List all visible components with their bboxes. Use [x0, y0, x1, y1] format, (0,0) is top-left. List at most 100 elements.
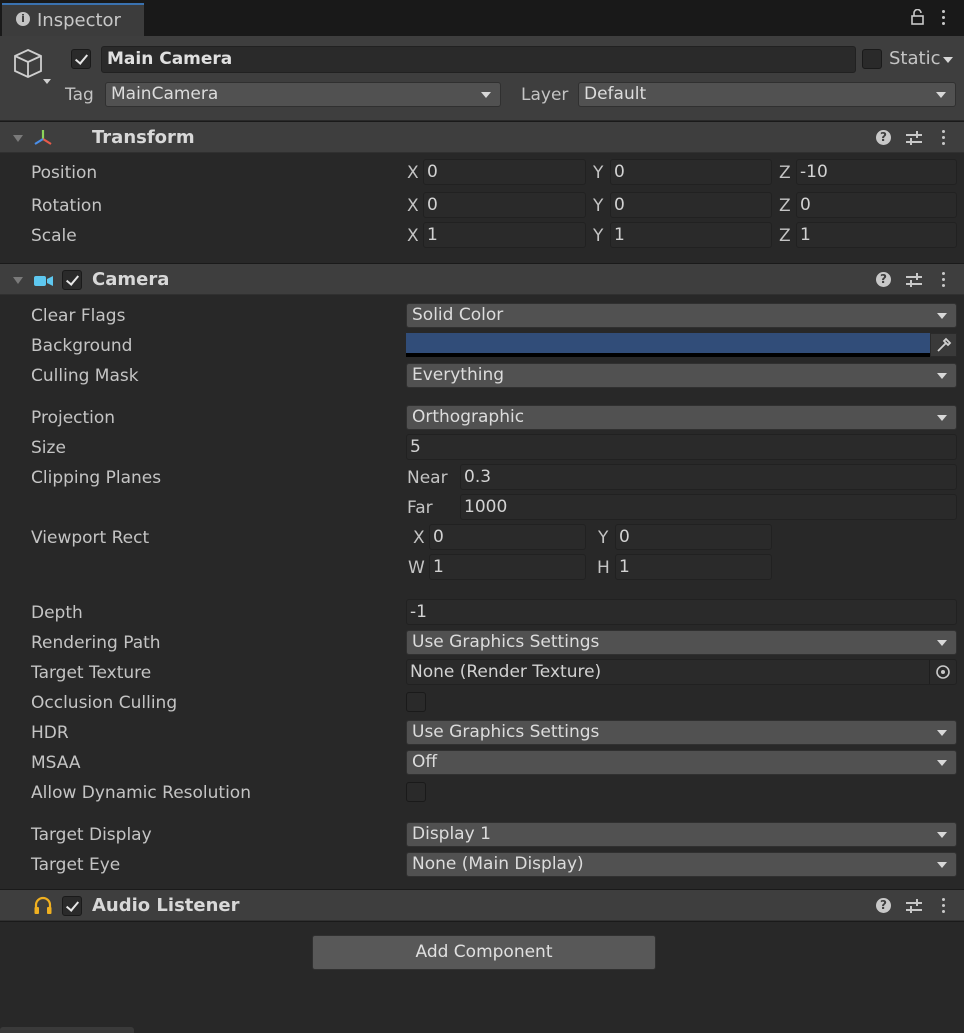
transform-title: Transform: [92, 127, 195, 148]
camera-title: Camera: [92, 269, 170, 290]
target-eye-value: None (Main Display): [412, 854, 584, 874]
size-field[interactable]: 5: [406, 434, 957, 460]
axis-x-label[interactable]: X: [407, 196, 419, 216]
audio-listener-header[interactable]: Audio Listener ?: [0, 889, 964, 921]
object-picker-icon[interactable]: [929, 660, 956, 684]
viewport-y-field[interactable]: 0: [615, 524, 772, 550]
static-label[interactable]: Static: [889, 48, 940, 69]
layer-value: Default: [584, 84, 647, 104]
axis-z-label[interactable]: Z: [779, 196, 791, 216]
background-color-field[interactable]: [406, 333, 930, 357]
layer-dropdown[interactable]: Default: [578, 82, 956, 107]
eyedropper-icon[interactable]: [930, 333, 957, 357]
rotation-label: Rotation: [31, 196, 103, 216]
tab-inspector[interactable]: i Inspector: [2, 3, 144, 36]
target-eye-dropdown[interactable]: None (Main Display): [406, 852, 957, 877]
culling-mask-dropdown[interactable]: Everything: [406, 363, 957, 388]
hdr-dropdown[interactable]: Use Graphics Settings: [406, 720, 957, 745]
size-label: Size: [31, 438, 66, 458]
occlusion-culling-checkbox[interactable]: [406, 692, 426, 712]
axis-y-label[interactable]: Y: [593, 226, 603, 246]
camera-header[interactable]: Camera ?: [0, 263, 964, 295]
help-icon[interactable]: ?: [876, 272, 891, 287]
static-dropdown-arrow[interactable]: [943, 57, 953, 63]
axis-z-label[interactable]: Z: [779, 163, 791, 183]
foldout-arrow-icon[interactable]: [13, 277, 23, 284]
position-z-field[interactable]: -10: [796, 159, 957, 185]
sliders-icon[interactable]: [906, 899, 922, 913]
culling-mask-value: Everything: [412, 365, 505, 385]
far-label[interactable]: Far: [407, 498, 433, 518]
axis-y-label[interactable]: Y: [593, 196, 603, 216]
sliders-icon[interactable]: [906, 131, 922, 145]
position-y-field[interactable]: 0: [610, 159, 772, 185]
position-x-field[interactable]: 0: [423, 159, 586, 185]
lock-icon[interactable]: [911, 8, 924, 25]
culling-mask-label: Culling Mask: [31, 366, 139, 386]
window-menu-icon[interactable]: [942, 10, 946, 28]
msaa-label: MSAA: [31, 753, 81, 773]
add-component-button[interactable]: Add Component: [312, 935, 656, 970]
clear-flags-dropdown[interactable]: Solid Color: [406, 303, 957, 328]
msaa-dropdown[interactable]: Off: [406, 750, 957, 775]
chevron-down-icon: [937, 313, 947, 319]
scale-x-field[interactable]: 1: [423, 222, 586, 248]
chevron-down-icon: [937, 862, 947, 868]
static-checkbox[interactable]: [862, 49, 882, 69]
tab-title: Inspector: [37, 10, 121, 31]
axis-h-label[interactable]: H: [597, 558, 610, 578]
rendering-path-dropdown[interactable]: Use Graphics Settings: [406, 630, 957, 655]
target-display-dropdown[interactable]: Display 1: [406, 822, 957, 847]
axis-x-label[interactable]: X: [407, 226, 419, 246]
audio-listener-enabled-checkbox[interactable]: [62, 896, 82, 916]
depth-field[interactable]: -1: [406, 599, 957, 625]
tab-bar: [0, 0, 964, 36]
axis-x-label[interactable]: X: [413, 528, 425, 548]
target-texture-value: None (Render Texture): [410, 662, 602, 682]
cube-icon[interactable]: [12, 47, 52, 87]
dynamic-resolution-checkbox[interactable]: [406, 782, 426, 802]
gameobject-name-field[interactable]: Main Camera: [101, 46, 856, 73]
gameobject-active-checkbox[interactable]: [71, 49, 91, 69]
far-field[interactable]: 1000: [460, 494, 957, 520]
near-label[interactable]: Near: [407, 468, 448, 488]
near-field[interactable]: 0.3: [460, 464, 957, 490]
kebab-menu-icon[interactable]: [942, 898, 946, 916]
scale-y-field[interactable]: 1: [610, 222, 772, 248]
layer-label: Layer: [521, 85, 569, 105]
rendering-path-label: Rendering Path: [31, 633, 161, 653]
tag-dropdown[interactable]: MainCamera: [105, 82, 501, 107]
help-icon[interactable]: ?: [876, 898, 891, 913]
axis-y-label[interactable]: Y: [598, 528, 608, 548]
transform-header[interactable]: Transform ?: [0, 121, 964, 153]
hdr-value: Use Graphics Settings: [412, 722, 600, 742]
viewport-h-field[interactable]: 1: [615, 554, 772, 580]
headphones-icon: [33, 896, 53, 916]
target-texture-field[interactable]: None (Render Texture): [406, 659, 957, 685]
chevron-down-icon: [936, 92, 946, 98]
axis-w-label[interactable]: W: [408, 558, 425, 578]
kebab-menu-icon[interactable]: [942, 130, 946, 148]
target-display-value: Display 1: [412, 824, 491, 844]
target-eye-label: Target Eye: [31, 855, 121, 875]
rotation-z-field[interactable]: 0: [796, 192, 957, 218]
viewport-w-field[interactable]: 1: [429, 554, 586, 580]
kebab-menu-icon[interactable]: [942, 272, 946, 290]
hdr-label: HDR: [31, 723, 69, 743]
rotation-x-field[interactable]: 0: [423, 192, 586, 218]
rotation-y-field[interactable]: 0: [610, 192, 772, 218]
clear-flags-value: Solid Color: [412, 305, 504, 325]
projection-dropdown[interactable]: Orthographic: [406, 405, 957, 430]
help-icon[interactable]: ?: [876, 130, 891, 145]
axis-y-label[interactable]: Y: [593, 163, 603, 183]
camera-enabled-checkbox[interactable]: [62, 270, 82, 290]
target-display-label: Target Display: [31, 825, 152, 845]
sliders-icon[interactable]: [906, 273, 922, 287]
axis-x-label[interactable]: X: [407, 163, 419, 183]
foldout-arrow-icon[interactable]: [13, 135, 23, 142]
camera-icon: [34, 273, 54, 287]
scale-z-field[interactable]: 1: [796, 222, 957, 248]
add-component-label: Add Component: [415, 942, 553, 962]
axis-z-label[interactable]: Z: [779, 226, 791, 246]
viewport-x-field[interactable]: 0: [429, 524, 586, 550]
